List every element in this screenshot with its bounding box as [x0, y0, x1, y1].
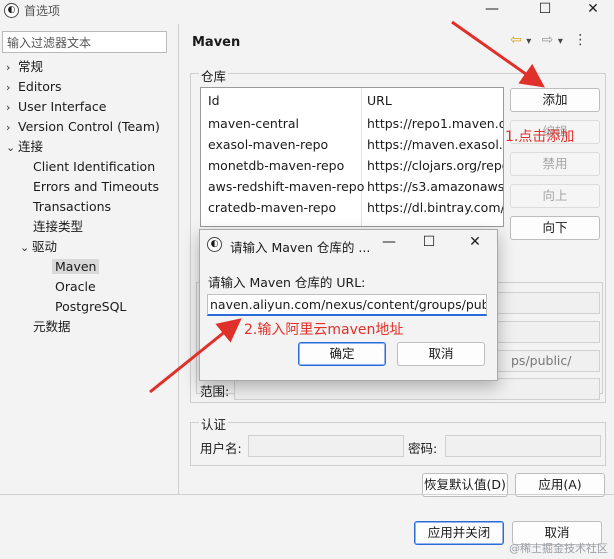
- annotation-step2: 2.输入阿里云maven地址: [244, 322, 404, 338]
- annotation-arrows: [149, 20, 545, 394]
- watermark: @稀土掘金技术社区: [509, 542, 608, 555]
- annotation-arrow-url: [149, 318, 242, 394]
- annotation-step1: 1.点击添加: [505, 129, 575, 145]
- annotation-arrow-add: [451, 20, 545, 88]
